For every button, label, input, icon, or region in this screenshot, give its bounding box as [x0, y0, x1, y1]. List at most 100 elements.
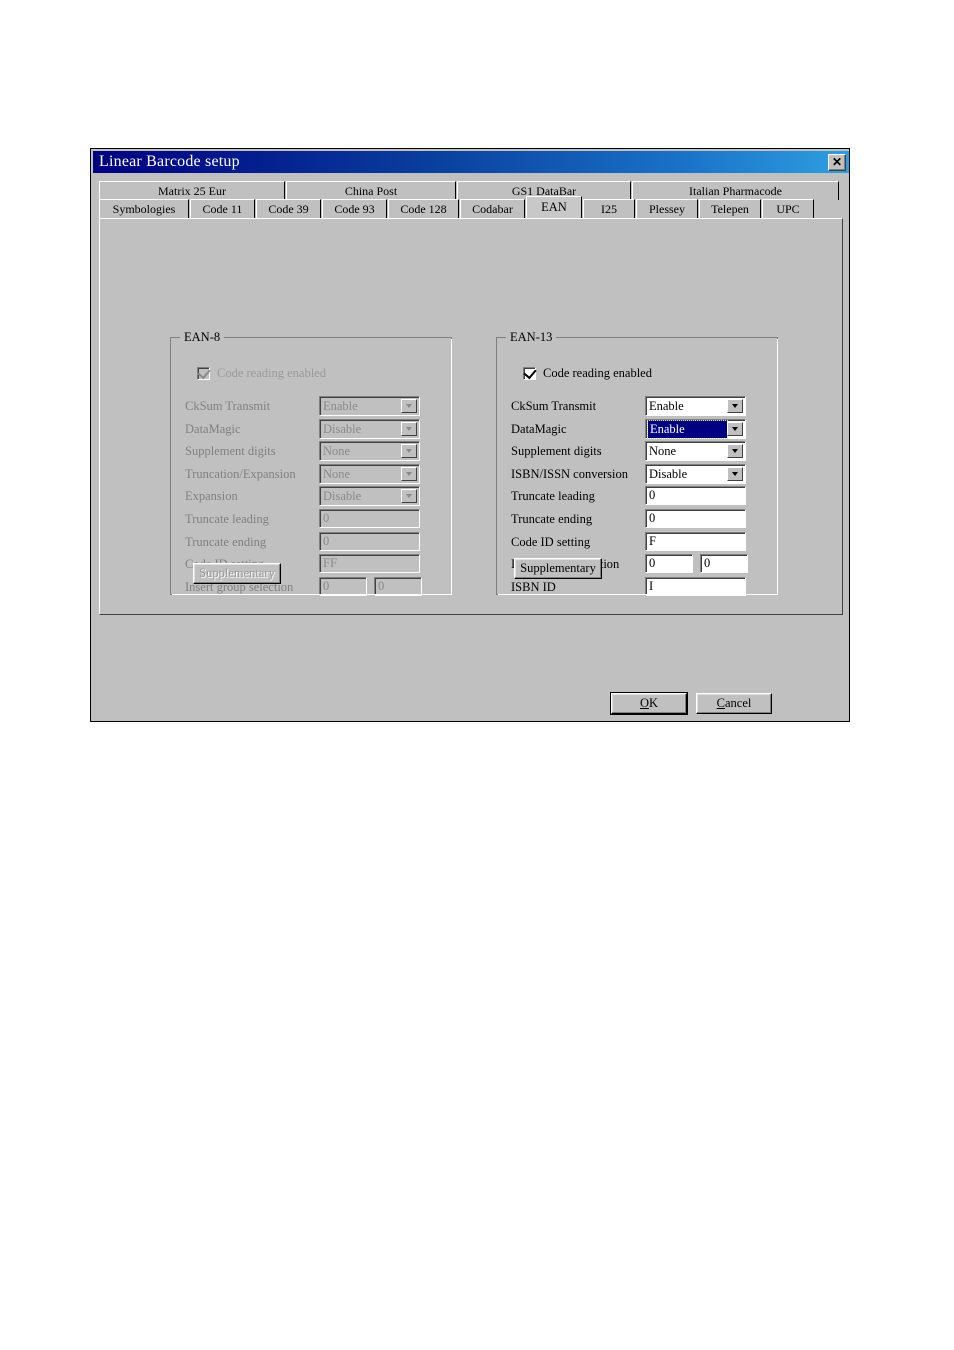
ean8-combo-value-cksum-transmit: Enable: [323, 399, 358, 413]
chevron-down-icon[interactable]: [727, 399, 743, 413]
ean8-input-insert-group-selection-2[interactable]: 0: [374, 576, 422, 596]
tab-codabar[interactable]: Codabar: [460, 199, 525, 218]
ean8-input-value-truncate-leading: 0: [323, 511, 330, 525]
ean13-row-truncate-ending: Truncate ending 0: [497, 509, 777, 531]
tab-row-upper: Matrix 25 Eur China Post GS1 DataBar Italia…: [99, 181, 840, 200]
tab-plessey[interactable]: Plessey: [636, 199, 698, 218]
close-icon[interactable]: ✕: [828, 153, 846, 171]
chevron-down-icon[interactable]: [401, 489, 417, 504]
ean8-label-cksum-transmit: CkSum Transmit: [185, 399, 271, 413]
tab-code-128[interactable]: Code 128: [388, 199, 459, 218]
ok-accel-char: O: [639, 696, 649, 710]
tab-label: Codabar: [472, 201, 513, 216]
tab-code-11[interactable]: Code 11: [190, 199, 255, 218]
ean8-combo-datamagic[interactable]: Disable: [319, 418, 420, 439]
chevron-down-icon[interactable]: [401, 399, 417, 413]
ean13-combo-datamagic[interactable]: Enable: [645, 418, 746, 439]
ean8-row-supplement-digits: Supplement digits None: [171, 441, 451, 463]
ean8-input-truncate-ending[interactable]: 0: [319, 531, 420, 551]
ean13-code-reading-enabled-row[interactable]: Code reading enabled: [523, 365, 652, 381]
ean13-label-cksum-transmit: CkSum Transmit: [511, 399, 597, 413]
cancel-button-label: Cancel: [717, 696, 752, 711]
tab-code-39[interactable]: Code 39: [256, 199, 321, 218]
tab-page-ean: EAN-8 Code reading enabled CkSum Transmi…: [99, 218, 843, 615]
ok-button-label: OK: [640, 696, 658, 711]
ean13-combo-isbn-issn-conversion[interactable]: Disable: [645, 463, 746, 484]
ean8-input-value-truncate-ending: 0: [323, 533, 330, 548]
ean8-combo-supplement-digits[interactable]: None: [319, 441, 420, 462]
ean13-row-code-id-setting: Code ID setting F: [497, 531, 777, 554]
tab-label: Code 93: [334, 201, 375, 216]
ean8-label-truncate-ending: Truncate ending: [185, 534, 267, 549]
ean13-combo-value-datamagic: Enable: [647, 419, 728, 439]
tab-ean[interactable]: EAN: [526, 196, 582, 218]
ean13-combo-cksum-transmit[interactable]: Enable: [645, 396, 746, 416]
ean13-input-insert-group-selection-2[interactable]: 0: [700, 554, 748, 574]
chevron-down-icon[interactable]: [727, 421, 743, 436]
ean8-combo-expansion[interactable]: Disable: [319, 486, 420, 507]
tab-china-post[interactable]: China Post: [286, 181, 456, 200]
ean8-combo-truncation-expansion[interactable]: None: [319, 463, 420, 484]
ean8-input-truncate-leading[interactable]: 0: [319, 509, 420, 528]
group-ean8-title: EAN-8: [180, 330, 225, 345]
ean8-combo-value-datamagic: Disable: [323, 421, 362, 436]
ean8-input-code-id-setting[interactable]: FF: [319, 554, 420, 574]
ean8-combo-value-truncation-expansion: None: [323, 466, 351, 481]
tab-label: Symbologies: [112, 201, 176, 216]
ean13-input-code-id-setting[interactable]: F: [645, 531, 746, 551]
ean8-code-reading-enabled-label: Code reading enabled: [217, 366, 326, 380]
ean8-label-truncation-expansion: Truncation/Expansion: [185, 466, 296, 481]
tab-code-93[interactable]: Code 93: [322, 199, 387, 218]
ean13-combo-supplement-digits[interactable]: None: [645, 441, 746, 462]
ean8-combo-cksum-transmit[interactable]: Enable: [319, 396, 420, 416]
tab-label: Code 11: [202, 201, 243, 216]
tab-i25[interactable]: I25: [583, 199, 635, 218]
ok-rest-chars: K: [649, 696, 659, 710]
ean13-row-isbn-issn-conversion: ISBN/ISSN conversion Disable: [497, 463, 777, 486]
title-bar[interactable]: Linear Barcode setup ✕: [93, 151, 849, 173]
ean13-row-cksum-transmit: CkSum Transmit Enable: [497, 396, 777, 418]
ean13-row-truncate-leading: Truncate leading 0: [497, 486, 777, 508]
ean13-combo-value-cksum-transmit: Enable: [649, 399, 684, 413]
ean13-label-truncate-leading: Truncate leading: [511, 489, 595, 504]
ean8-input-insert-group-selection-1[interactable]: 0: [319, 576, 367, 596]
tab-matrix-25-eur[interactable]: Matrix 25 Eur: [99, 181, 285, 200]
cancel-rest-chars: ancel: [724, 696, 752, 710]
ean13-input-value-insert-group-selection-2: 0: [704, 556, 711, 571]
tab-label: Italian Pharmacode: [689, 183, 782, 198]
ean8-combo-value-supplement-digits: None: [323, 444, 351, 459]
ean8-code-reading-enabled-checkbox[interactable]: [197, 365, 211, 380]
ean13-supplementary-button[interactable]: Supplementary: [514, 558, 602, 579]
chevron-down-icon[interactable]: [727, 444, 743, 459]
ean13-combo-value-isbn-issn-conversion: Disable: [649, 466, 688, 481]
tab-label: Plessey: [649, 201, 685, 216]
ean13-code-reading-enabled-checkbox[interactable]: [523, 365, 537, 380]
chevron-down-icon[interactable]: [401, 444, 417, 459]
ean13-row-isbn-id: ISBN ID I: [497, 576, 777, 599]
ean13-code-reading-enabled-label: Code reading enabled: [543, 366, 652, 380]
tab-label: I25: [601, 201, 617, 216]
ean8-supplementary-button[interactable]: Supplementary: [193, 563, 281, 584]
tab-upc[interactable]: UPC: [762, 199, 814, 218]
group-ean13: EAN-13 Code reading enabled CkSum Transm…: [496, 330, 778, 596]
window-title: Linear Barcode setup: [99, 153, 240, 170]
cancel-button[interactable]: Cancel: [696, 693, 772, 714]
ean8-row-truncation-expansion: Truncation/Expansion None: [171, 463, 451, 486]
chevron-down-icon[interactable]: [727, 466, 743, 481]
ean13-input-insert-group-selection-1[interactable]: 0: [645, 554, 693, 574]
ean8-code-reading-enabled-row[interactable]: Code reading enabled: [197, 365, 326, 381]
ean8-label-datamagic: DataMagic: [185, 421, 241, 436]
chevron-down-icon[interactable]: [401, 466, 417, 481]
ok-button[interactable]: OK: [611, 693, 687, 714]
tab-italian-pharmacode[interactable]: Italian Pharmacode: [632, 181, 839, 200]
tab-telepen[interactable]: Telepen: [699, 199, 761, 218]
chevron-down-icon[interactable]: [401, 421, 417, 436]
group-ean13-title: EAN-13: [506, 330, 557, 345]
ean13-input-truncate-ending[interactable]: 0: [645, 509, 746, 528]
tab-label: UPC: [776, 201, 800, 216]
ean13-input-isbn-id[interactable]: I: [645, 576, 746, 596]
tab-symbologies[interactable]: Symbologies: [99, 199, 189, 218]
ean13-input-truncate-leading[interactable]: 0: [645, 486, 746, 506]
tab-label: Code 128: [400, 201, 447, 216]
ean13-label-truncate-ending: Truncate ending: [511, 512, 593, 526]
